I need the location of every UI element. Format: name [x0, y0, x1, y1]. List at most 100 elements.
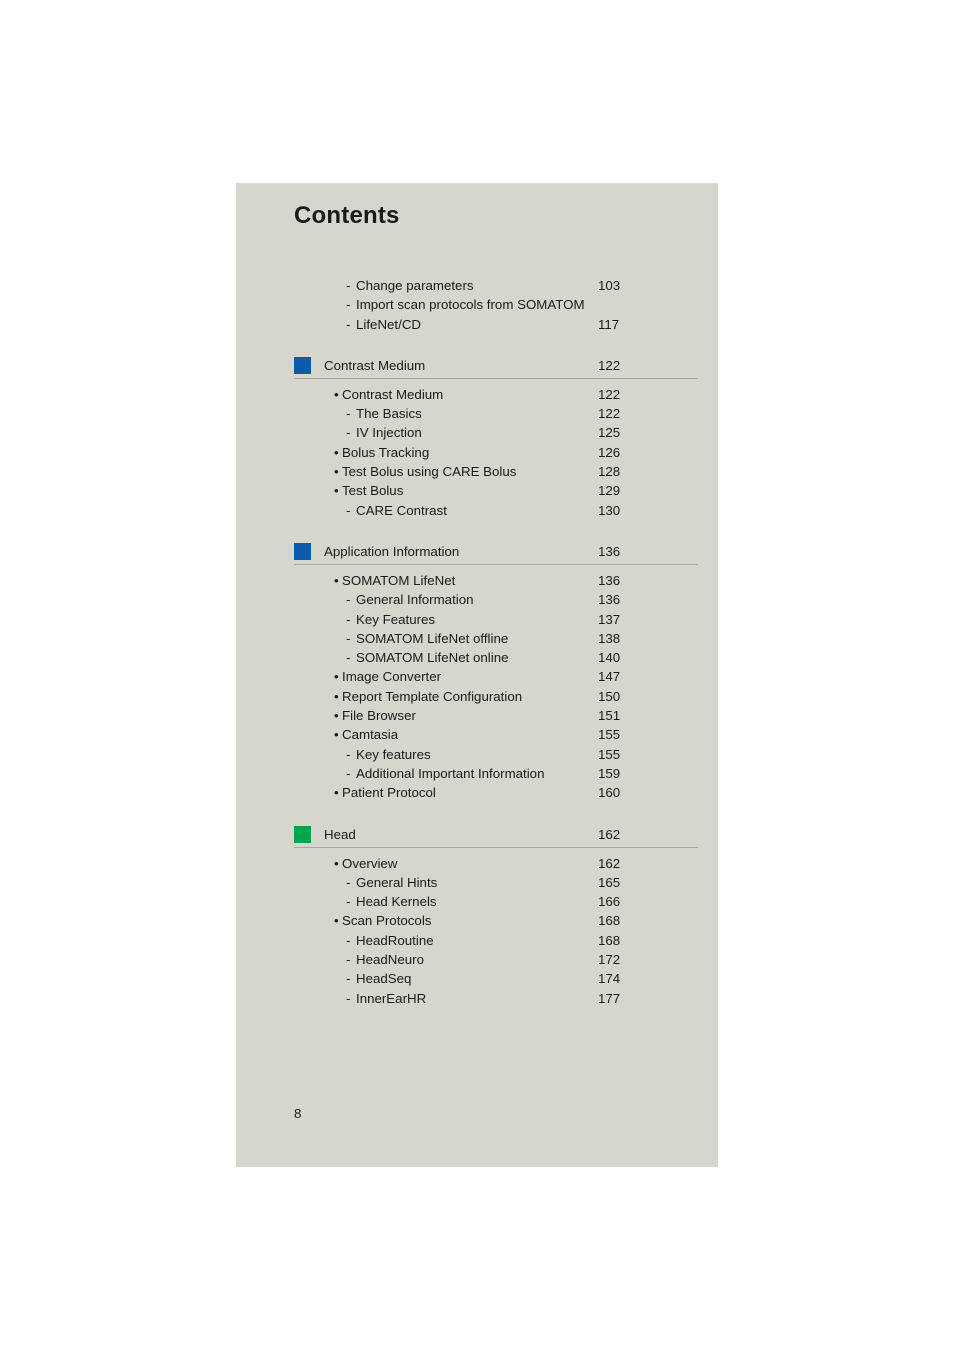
toc-entry[interactable]: Report Template Configuration150 [294, 687, 698, 706]
toc-entry-label: Patient Protocol [294, 783, 698, 802]
toc-entry-label: Key Features [294, 610, 698, 629]
toc-entry-label: Key features [294, 745, 698, 764]
toc-entry[interactable]: Image Converter147 [294, 667, 698, 686]
toc-entry-page: 136 [598, 572, 621, 588]
toc-entry-page: 137 [598, 611, 621, 627]
toc-entry-page: 159 [598, 765, 621, 781]
toc-entry-page: 150 [598, 688, 621, 704]
toc-entry-page: 129 [598, 483, 621, 499]
toc-group: Contrast Medium122Contrast Medium122The … [294, 356, 698, 520]
toc-entry-page: 147 [598, 669, 621, 685]
toc-entry-label: The Basics [294, 404, 698, 423]
toc-entry-page: 165 [598, 874, 621, 890]
toc-entry-page: 130 [598, 502, 621, 518]
toc-entry-label: Camtasia [294, 725, 698, 744]
toc-section-page: 136 [598, 543, 621, 559]
toc-entry-label: General Information [294, 590, 698, 609]
toc-entry[interactable]: HeadSeq174 [294, 969, 698, 988]
toc-entry[interactable]: Test Bolus129 [294, 481, 698, 500]
toc-section-label: Contrast Medium [324, 357, 426, 373]
toc-entry[interactable]: Additional Important Information159 [294, 764, 698, 783]
toc-entry[interactable]: General Information136 [294, 590, 698, 609]
toc-entry-page: 162 [598, 855, 621, 871]
toc-entry-label: SOMATOM LifeNet online [294, 648, 698, 667]
toc-entry-page: 136 [598, 592, 621, 608]
toc-entry-label-continued: LifeNet/CD [294, 315, 698, 334]
toc-entry-page: 174 [598, 971, 621, 987]
toc-group: Application Information136SOMATOM LifeNe… [294, 542, 698, 803]
toc-entry-label: HeadRoutine [294, 931, 698, 950]
toc-entry-page: 103 [598, 278, 621, 293]
toc-entry[interactable]: SOMATOM LifeNet136 [294, 571, 698, 590]
toc-entry-page: 126 [598, 444, 621, 460]
table-of-contents: Change parameters103Import scan protocol… [294, 276, 698, 1008]
toc-entry-label: File Browser [294, 706, 698, 725]
toc-entry-page: 128 [598, 464, 621, 480]
toc-entry-page: 151 [598, 708, 621, 724]
toc-entry[interactable]: Change parameters103 [294, 276, 698, 295]
toc-entry[interactable]: Test Bolus using CARE Bolus128 [294, 462, 698, 481]
toc-section-label: Application Information [324, 543, 460, 559]
toc-entry[interactable]: Key features155 [294, 745, 698, 764]
toc-entry-page: 177 [598, 990, 621, 1006]
toc-entry-page: 117 [598, 316, 620, 332]
toc-entry-label: Report Template Configuration [294, 687, 698, 706]
document-page: Contents Change parameters103Import scan… [236, 183, 718, 1167]
blue-square-icon [294, 542, 311, 560]
toc-entry[interactable]: Camtasia155 [294, 725, 698, 744]
toc-entry-page: 140 [598, 650, 621, 666]
toc-entry-page: 160 [598, 785, 621, 801]
toc-entry-page: 155 [598, 727, 621, 743]
toc-entry[interactable]: InnerEarHR177 [294, 989, 698, 1008]
page-title: Contents [294, 202, 400, 229]
toc-entry-label: General Hints [294, 873, 698, 892]
toc-entry[interactable]: Overview162 [294, 854, 698, 873]
green-square-icon [294, 825, 311, 843]
toc-entry[interactable]: CARE Contrast130 [294, 501, 698, 520]
toc-entry[interactable]: Key Features137 [294, 610, 698, 629]
toc-group: Change parameters103Import scan protocol… [294, 276, 698, 334]
toc-entry-label: SOMATOM LifeNet [294, 571, 698, 590]
toc-entry-label: Import scan protocols from SOMATOM [294, 295, 698, 314]
page-number: 8 [294, 1106, 302, 1121]
toc-entry-label: Scan Protocols [294, 911, 698, 930]
toc-entry[interactable]: Import scan protocols from SOMATOMLifeNe… [294, 295, 698, 334]
toc-section-page: 122 [598, 357, 621, 373]
toc-section-label: Head [324, 826, 356, 842]
toc-entry[interactable]: Head Kernels166 [294, 892, 698, 911]
toc-entry-label: Image Converter [294, 667, 698, 686]
toc-entry[interactable]: Bolus Tracking126 [294, 443, 698, 462]
toc-entry-label: HeadSeq [294, 969, 698, 988]
toc-section-header[interactable]: Contrast Medium 122 [294, 356, 698, 379]
toc-entry-label: Test Bolus using CARE Bolus [294, 462, 698, 481]
toc-entry[interactable]: Scan Protocols168 [294, 911, 698, 930]
toc-section-header[interactable]: Head 162 [294, 825, 698, 848]
toc-entry-label: SOMATOM LifeNet offline [294, 629, 698, 648]
toc-entry[interactable]: HeadRoutine168 [294, 931, 698, 950]
toc-entry[interactable]: IV Injection125 [294, 423, 698, 442]
toc-entry[interactable]: The Basics122 [294, 404, 698, 423]
toc-entry-label: InnerEarHR [294, 989, 698, 1008]
toc-entry-page: 172 [598, 952, 621, 968]
toc-entry[interactable]: Contrast Medium122 [294, 385, 698, 404]
toc-entry[interactable]: HeadNeuro172 [294, 950, 698, 969]
blue-square-icon [294, 356, 311, 374]
toc-entry-label: Test Bolus [294, 481, 698, 500]
toc-entry[interactable]: General Hints165 [294, 873, 698, 892]
toc-entry-page: 125 [598, 425, 621, 441]
toc-entry-label: IV Injection [294, 423, 698, 442]
toc-entry[interactable]: SOMATOM LifeNet offline138 [294, 629, 698, 648]
toc-entry-label: Head Kernels [294, 892, 698, 911]
toc-entry-label: CARE Contrast [294, 501, 698, 520]
toc-section-page: 162 [598, 826, 621, 842]
toc-section-header[interactable]: Application Information 136 [294, 542, 698, 565]
toc-entry-page: 166 [598, 894, 621, 910]
toc-entry[interactable]: Patient Protocol160 [294, 783, 698, 802]
toc-entry-label: HeadNeuro [294, 950, 698, 969]
toc-entry-page: 168 [598, 913, 621, 929]
toc-entry-label: Contrast Medium [294, 385, 698, 404]
toc-group: Head162Overview162General Hints165Head K… [294, 825, 698, 1008]
toc-entry[interactable]: SOMATOM LifeNet online140 [294, 648, 698, 667]
toc-entry[interactable]: File Browser151 [294, 706, 698, 725]
toc-entry-page: 122 [598, 406, 621, 422]
